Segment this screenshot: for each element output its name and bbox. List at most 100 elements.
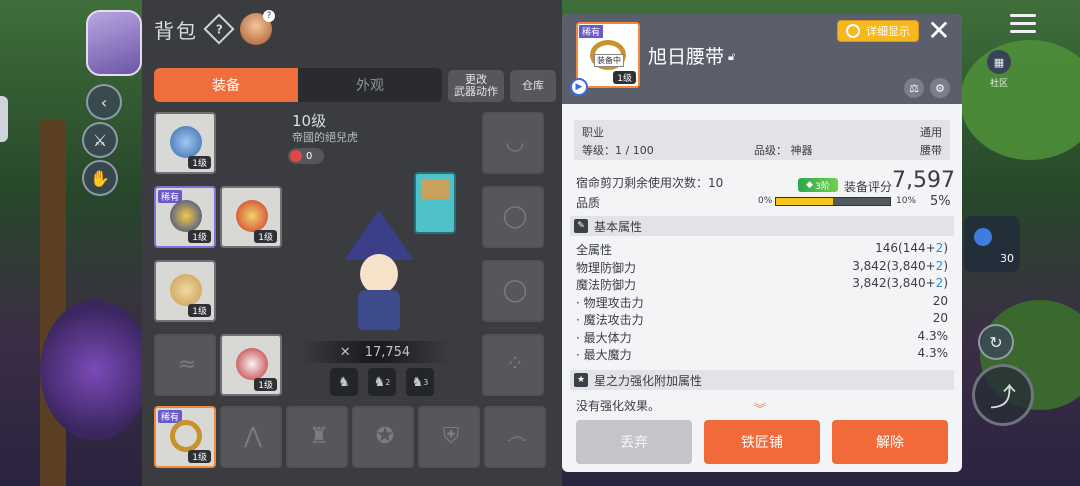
item-name: 旭日腰带 xyxy=(648,46,725,68)
stat-value: 20 xyxy=(932,293,948,308)
handshake-icon[interactable]: ✋ xyxy=(82,160,118,196)
side-drawer-handle[interactable] xyxy=(0,96,8,142)
stat-name: · 最大魔力 xyxy=(576,348,632,362)
item-icon: 稀有 装备中 1级 xyxy=(576,22,640,88)
inventory-tabs: 装备 外观 xyxy=(154,68,442,102)
stat-value: 4.3% xyxy=(917,346,949,360)
equip-slot-empty[interactable]: ≈ xyxy=(154,334,216,396)
item-info-box: 职业 通用 等级：1 / 100 品级： 神器 腰带 xyxy=(574,120,950,160)
swap-icon[interactable]: ↻ xyxy=(978,324,1014,360)
ring-icon: ◯ xyxy=(502,278,528,303)
equip-slot-overall[interactable]: 1级 xyxy=(154,260,216,322)
score-value: 7,597 xyxy=(892,168,955,193)
wing-icon: ≈ xyxy=(177,352,197,377)
equip-slot-weapon[interactable]: 1级 xyxy=(154,112,216,174)
equip-slot-hat[interactable]: 稀有 1级 xyxy=(154,186,216,248)
stat-row: 物理防御力 3,842(3,840+2) xyxy=(576,259,948,276)
chevron-down-icon[interactable]: ︾ xyxy=(754,400,766,417)
score-label: 装备评分 xyxy=(844,180,893,194)
character-level: 10级 xyxy=(292,112,327,130)
character-avatar xyxy=(338,210,418,330)
equip-slot-belt[interactable]: 稀有 1级 xyxy=(154,406,216,468)
staff-icon xyxy=(170,126,202,158)
play-icon[interactable]: ▶ xyxy=(570,78,588,96)
chevron-left-icon[interactable]: ‹ xyxy=(86,84,122,120)
helmet-icon: ♞ xyxy=(338,374,350,390)
equip-slot-empty[interactable]: ෴ xyxy=(484,406,546,468)
help-icon[interactable]: ? xyxy=(203,13,235,45)
equip-slot-gloves[interactable]: 1级 xyxy=(220,186,282,248)
quality-bar-fill xyxy=(776,198,833,205)
quality-value: 5% xyxy=(930,194,951,209)
change-weapon-motion-button[interactable]: 更改 武器动作 xyxy=(448,70,504,102)
stat-name: · 物理攻击力 xyxy=(576,295,644,310)
castle-icon: ♜ xyxy=(309,424,329,449)
sword-icon[interactable]: ⚔ xyxy=(82,122,118,158)
stat-name: 魔法防御力 xyxy=(576,278,637,292)
gloves-icon xyxy=(236,200,268,232)
potion-quickslot[interactable]: 30 xyxy=(964,216,1020,272)
fame-badge: 0 xyxy=(288,148,324,164)
helmet-icon: ♞ xyxy=(411,374,424,390)
ring-icon: ◯ xyxy=(502,204,528,229)
character-portrait-icon[interactable] xyxy=(240,10,275,45)
equip-slot-empty[interactable]: ✪ xyxy=(352,406,414,468)
diamond-icon: ◆ xyxy=(806,180,814,190)
quality-bar xyxy=(775,197,891,206)
menu-icon[interactable] xyxy=(1010,14,1036,38)
quality-label: 品质 xyxy=(576,196,601,210)
stat-name: 物理防御力 xyxy=(576,260,637,275)
sword-cross-icon: ✕ xyxy=(339,344,351,360)
job-slot-2[interactable]: ♞ 2 xyxy=(368,368,396,396)
item-tooltip: 稀有 装备中 1级 ▶ 旭日腰带 🔓︎ 详细显示 ✕ ⚖ ⚙ 职业 通用 等级：… xyxy=(562,14,962,472)
basic-attributes-header: ✎ 基本属性 xyxy=(570,216,954,236)
arrow-up-icon: ⤴ xyxy=(989,382,1016,413)
no-enhance-text: 没有强化效果。 xyxy=(576,399,661,413)
stat-row: 魔法防御力 3,842(3,840+2) xyxy=(576,276,948,293)
stat-row: 全属性 146(144+2) xyxy=(576,241,948,258)
dismantle-button[interactable]: 解除 xyxy=(832,420,948,464)
equip-slot-empty[interactable]: ⋀ xyxy=(220,406,282,468)
character-guild: 帝國的絕兒虎 xyxy=(292,131,358,144)
equip-slot-shoes[interactable]: 1级 xyxy=(220,334,282,396)
bear-outfit-icon xyxy=(170,274,202,306)
blacksmith-button[interactable]: 铁匠铺 xyxy=(704,420,820,464)
mustache-icon: ෴ xyxy=(506,424,528,449)
detail-display-button[interactable]: 详细显示 xyxy=(837,20,919,42)
settings-icon[interactable]: ⚙ xyxy=(930,78,950,98)
belt-icon xyxy=(170,420,202,452)
jump-button[interactable]: ⤴ xyxy=(972,364,1034,426)
job-slot-3[interactable]: ♞ 3 xyxy=(406,368,434,396)
equip-slot-empty[interactable]: ◡ xyxy=(482,112,544,174)
equip-slot-empty[interactable]: ◯ xyxy=(482,186,544,248)
tab-appearance[interactable]: 外观 xyxy=(298,68,442,102)
equip-slot-empty[interactable]: ♜ xyxy=(286,406,348,468)
star-force-header: ★ 星之力强化附加属性 xyxy=(570,370,954,390)
stat-value: 146(144+2) xyxy=(875,241,948,255)
stat-row: · 最大魔力 4.3% xyxy=(576,346,948,363)
magnifier-icon xyxy=(846,24,860,38)
equip-slot-empty[interactable]: ⁘ xyxy=(482,334,544,396)
left-hud: ‹ ⚔ ✋ xyxy=(0,0,142,486)
close-icon[interactable]: ✕ xyxy=(926,17,952,45)
community-button[interactable]: ▦ 社区 xyxy=(984,50,1014,89)
avatar[interactable] xyxy=(86,10,142,76)
inventory-panel: 背包 ? 装备 外观 更改 武器动作 仓库 1级 稀有 1级 1级 1级 ≈ 1… xyxy=(142,0,562,486)
stat-name: · 魔法攻击力 xyxy=(576,313,644,327)
shield-icon: ⛨ xyxy=(442,424,460,449)
equip-slot-empty[interactable]: ◯ xyxy=(482,260,544,322)
pet-gameboy xyxy=(414,172,456,234)
necklace-icon: ◡ xyxy=(505,130,525,155)
warehouse-button[interactable]: 仓库 xyxy=(510,70,556,102)
fame-icon xyxy=(290,150,302,162)
job-slot-1[interactable]: ♞ xyxy=(330,368,358,396)
inventory-title: 背包 xyxy=(154,18,198,43)
compare-scale-icon[interactable]: ⚖ xyxy=(904,78,924,98)
tab-equipment[interactable]: 装备 xyxy=(154,68,298,102)
equip-slot-empty[interactable]: ⛨ xyxy=(418,406,480,468)
unlock-icon[interactable]: 🔓︎ xyxy=(728,50,735,64)
discard-button[interactable]: 丢弃 xyxy=(576,420,692,464)
right-hud: ▦ 社区 30 ⤴ ↻ xyxy=(962,0,1080,486)
combat-power: ✕ 17,754 xyxy=(300,341,450,363)
helmet-icon: ♞ xyxy=(373,374,386,390)
